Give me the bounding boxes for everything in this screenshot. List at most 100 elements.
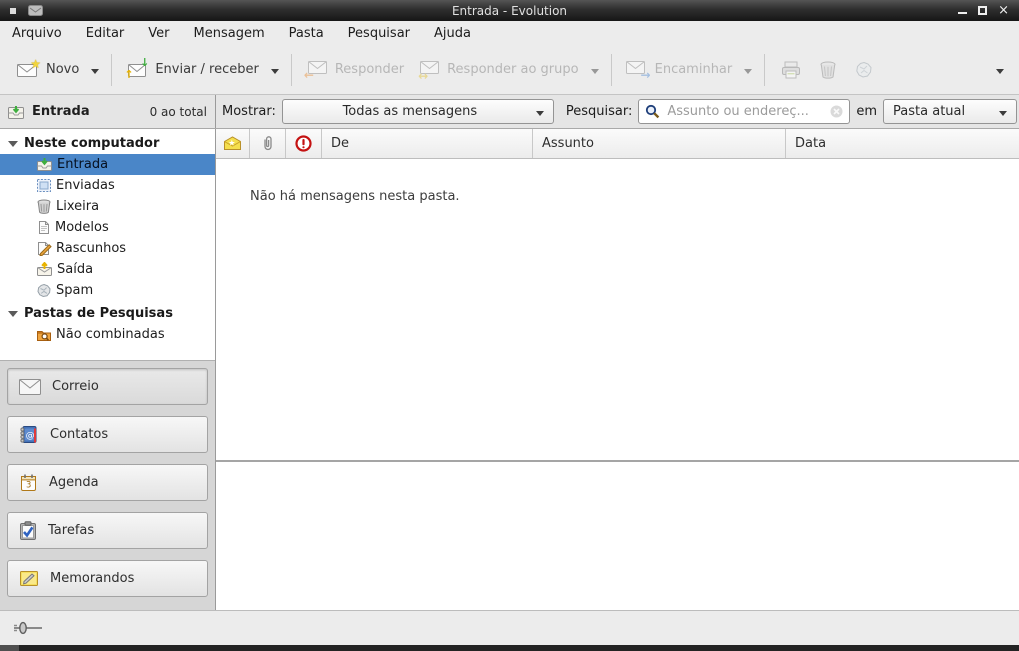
expander-icon[interactable] xyxy=(8,311,18,317)
reply-button[interactable]: ← Responder xyxy=(299,55,411,84)
tree-group-search-folders[interactable]: Pastas de Pesquisas xyxy=(0,303,215,324)
switcher-tarefas[interactable]: Tarefas xyxy=(7,512,208,549)
switcher-contatos[interactable]: @ Contatos xyxy=(7,416,208,453)
app-envelope-icon xyxy=(28,5,43,16)
column-date[interactable]: Data xyxy=(786,129,1019,158)
new-button[interactable]: ★ Novo xyxy=(10,55,86,84)
toolbar-separator xyxy=(764,54,765,86)
inbox-icon xyxy=(36,157,53,172)
templates-icon xyxy=(36,220,51,235)
folder-item-rascunhos[interactable]: Rascunhos xyxy=(0,238,215,259)
send-receive-icon: ↑ ↓ xyxy=(126,61,148,78)
expander-icon[interactable] xyxy=(8,141,18,147)
column-status[interactable]: ★ xyxy=(216,129,250,158)
column-from[interactable]: De xyxy=(322,129,533,158)
chevron-down-icon xyxy=(271,69,279,74)
menu-pesquisar[interactable]: Pesquisar xyxy=(348,26,410,41)
status-bar xyxy=(0,610,1019,645)
folder-item-label: Modelos xyxy=(55,220,109,235)
folder-item-label: Rascunhos xyxy=(56,241,126,256)
reply-group-dropdown-button[interactable] xyxy=(586,60,604,80)
preview-pane xyxy=(216,462,1019,610)
toolbar-separator xyxy=(291,54,292,86)
trash-icon xyxy=(819,61,837,79)
search-label: Pesquisar: xyxy=(566,104,633,119)
menu-pasta[interactable]: Pasta xyxy=(289,26,324,41)
switcher-memorandos[interactable]: Memorandos xyxy=(7,560,208,597)
menu-arquivo[interactable]: Arquivo xyxy=(12,26,62,41)
priority-icon xyxy=(295,135,312,152)
send-receive-label: Enviar / receber xyxy=(155,62,259,77)
empty-folder-text: Não há mensagens nesta pasta. xyxy=(250,189,460,204)
window-menu-icon[interactable] xyxy=(10,8,16,14)
close-button[interactable]: × xyxy=(998,4,1009,17)
switcher-correio[interactable]: Correio xyxy=(7,368,208,405)
sent-icon xyxy=(36,178,52,193)
menu-editar[interactable]: Editar xyxy=(86,26,125,41)
folder-item-label: Lixeira xyxy=(56,199,99,214)
show-label: Mostrar: xyxy=(222,104,276,119)
toolbar-separator xyxy=(611,54,612,86)
folder-item-saida[interactable]: Saída xyxy=(0,259,215,280)
folder-item-entrada[interactable]: Entrada xyxy=(0,154,215,175)
chevron-down-icon xyxy=(744,69,752,74)
new-button-label: Novo xyxy=(46,62,79,77)
folder-item-modelos[interactable]: Modelos xyxy=(0,217,215,238)
switcher-label: Memorandos xyxy=(50,571,134,586)
maximize-button[interactable] xyxy=(978,6,987,15)
junk-icon xyxy=(36,283,52,298)
folder-item-spam[interactable]: Spam xyxy=(0,280,215,301)
menubar: Arquivo Editar Ver Mensagem Pasta Pesqui… xyxy=(0,21,1019,45)
switcher-agenda[interactable]: 3 Agenda xyxy=(7,464,208,501)
online-status-icon[interactable] xyxy=(13,620,43,636)
column-subject[interactable]: Assunto xyxy=(533,129,786,158)
reply-group-button[interactable]: ↔ Responder ao grupo xyxy=(411,55,586,84)
search-input[interactable] xyxy=(665,103,825,120)
switcher-label: Correio xyxy=(52,379,99,394)
new-dropdown-button[interactable] xyxy=(86,60,104,80)
forward-button-label: Encaminhar xyxy=(655,62,733,77)
attachment-icon xyxy=(262,135,274,152)
clear-search-icon[interactable] xyxy=(830,105,843,118)
minimize-button[interactable] xyxy=(958,11,967,14)
switcher-label: Agenda xyxy=(49,475,99,490)
folder-tree: Neste computador Entrada xyxy=(0,129,215,360)
memos-icon xyxy=(19,570,39,587)
column-priority[interactable] xyxy=(286,129,322,158)
search-scope-value: Pasta atual xyxy=(893,104,991,119)
search-scope-dropdown[interactable]: Pasta atual xyxy=(883,99,1017,124)
menu-ajuda[interactable]: Ajuda xyxy=(434,26,471,41)
forward-dropdown-button[interactable] xyxy=(739,60,757,80)
search-box xyxy=(638,99,850,124)
column-attachment[interactable] xyxy=(250,129,286,158)
send-receive-dropdown-button[interactable] xyxy=(266,60,284,80)
delete-button[interactable] xyxy=(810,55,846,85)
reply-button-label: Responder xyxy=(335,62,404,77)
message-list[interactable]: Não há mensagens nesta pasta. xyxy=(216,159,1019,460)
tree-group-this-computer[interactable]: Neste computador xyxy=(0,133,215,154)
chevron-down-icon xyxy=(591,69,599,74)
toolbar-overflow-button[interactable] xyxy=(991,60,1009,80)
switcher-label: Contatos xyxy=(50,427,108,442)
forward-button[interactable]: → Encaminhar xyxy=(619,55,740,84)
column-date-label: Data xyxy=(795,136,826,151)
screen-edge-strip xyxy=(0,645,1019,651)
send-receive-button[interactable]: ↑ ↓ Enviar / receber xyxy=(119,55,266,84)
message-area: ★ xyxy=(216,129,1019,610)
folder-item-lixeira[interactable]: Lixeira xyxy=(0,196,215,217)
show-filter-dropdown[interactable]: Todas as mensagens xyxy=(282,99,554,124)
folder-item-enviadas[interactable]: Enviadas xyxy=(0,175,215,196)
tree-group-label: Neste computador xyxy=(24,136,159,151)
folder-item-nao-combinadas[interactable]: Não combinadas xyxy=(0,324,215,345)
new-mail-icon: ★ xyxy=(17,61,39,78)
menu-ver[interactable]: Ver xyxy=(148,26,169,41)
junk-button[interactable] xyxy=(846,55,882,85)
folder-item-label: Enviadas xyxy=(56,178,115,193)
mail-icon xyxy=(19,379,41,395)
current-folder-title: Entrada xyxy=(32,104,90,119)
print-button[interactable] xyxy=(772,55,810,85)
contacts-icon: @ xyxy=(19,425,39,444)
chevron-down-icon xyxy=(999,111,1007,116)
window-title: Entrada - Evolution xyxy=(0,4,1019,18)
menu-mensagem[interactable]: Mensagem xyxy=(194,26,265,41)
